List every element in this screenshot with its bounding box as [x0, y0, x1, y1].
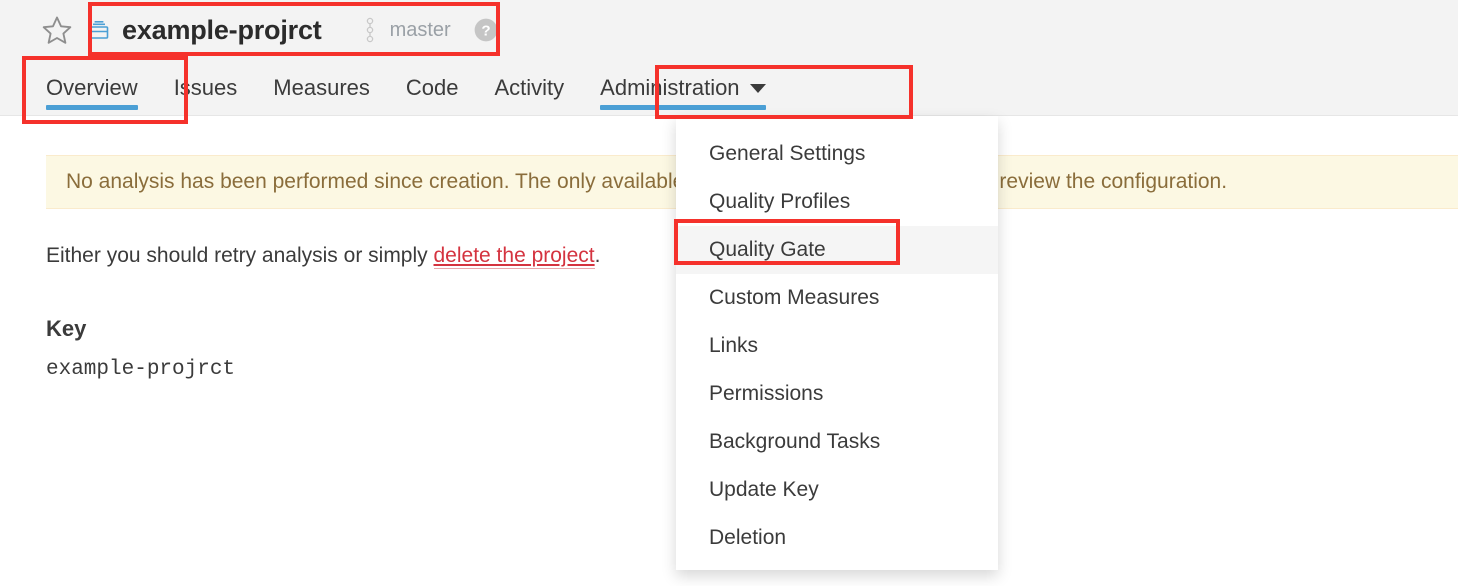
retry-analysis-line: Either you should retry analysis or simp…	[46, 244, 601, 269]
tab-measures-label: Measures	[273, 75, 370, 100]
menu-item-label: Custom Measures	[709, 286, 880, 309]
project-nav-tabs: Overview Issues Measures Code Activity A…	[28, 60, 784, 116]
menu-item-label: Background Tasks	[709, 430, 881, 453]
tab-overview-label: Overview	[46, 75, 138, 100]
menu-item-label: Quality Profiles	[709, 190, 851, 213]
project-name: example-projrct	[122, 14, 322, 45]
star-icon[interactable]	[40, 13, 74, 47]
menu-item-permissions[interactable]: Permissions	[676, 370, 998, 418]
menu-item-background-tasks[interactable]: Background Tasks	[676, 418, 998, 466]
svg-text:?: ?	[481, 22, 490, 39]
delete-project-link[interactable]: delete the project	[433, 244, 595, 269]
administration-dropdown-menu: General Settings Quality Profiles Qualit…	[676, 116, 998, 570]
menu-item-label: Permissions	[709, 382, 824, 405]
tab-administration-label: Administration	[600, 75, 740, 100]
tab-overview-active-underline	[46, 105, 138, 110]
project-drawer-icon	[86, 17, 112, 43]
help-circle-icon[interactable]: ?	[473, 17, 499, 43]
menu-item-links[interactable]: Links	[676, 322, 998, 370]
menu-item-label: Quality Gate	[709, 238, 826, 261]
menu-item-update-key[interactable]: Update Key	[676, 466, 998, 514]
menu-item-general-settings[interactable]: General Settings	[676, 130, 998, 178]
tab-administration-active-underline	[600, 105, 766, 110]
tab-activity-label: Activity	[494, 75, 565, 100]
tab-issues-label: Issues	[173, 75, 238, 100]
menu-item-label: Update Key	[709, 478, 819, 501]
branch-icon	[362, 17, 378, 43]
menu-item-label: General Settings	[709, 142, 866, 165]
menu-item-label: Deletion	[709, 526, 787, 549]
menu-item-quality-profiles[interactable]: Quality Profiles	[676, 178, 998, 226]
menu-item-custom-measures[interactable]: Custom Measures	[676, 274, 998, 322]
tab-code-label: Code	[405, 75, 459, 100]
tab-activity[interactable]: Activity	[476, 60, 582, 116]
tab-measures[interactable]: Measures	[255, 60, 388, 116]
tab-overview[interactable]: Overview	[28, 60, 156, 116]
tab-administration[interactable]: Administration	[582, 60, 783, 116]
menu-item-deletion[interactable]: Deletion	[676, 514, 998, 562]
tab-code[interactable]: Code	[388, 60, 477, 116]
branch-name: master	[389, 18, 451, 41]
no-analysis-banner-text: No analysis has been performed since cre…	[66, 170, 1228, 193]
branch-indicator[interactable]: master	[362, 17, 451, 43]
retry-analysis-prefix: Either you should retry analysis or simp…	[46, 244, 434, 267]
key-label: Key	[46, 316, 87, 341]
tab-issues[interactable]: Issues	[156, 60, 256, 116]
project-title-row: example-projrct master ?	[40, 4, 499, 56]
menu-item-quality-gate[interactable]: Quality Gate	[676, 226, 998, 274]
menu-item-label: Links	[709, 334, 759, 357]
project-header: example-projrct master ? Overview Issues…	[0, 0, 1458, 116]
retry-analysis-suffix: .	[594, 244, 601, 267]
chevron-down-icon	[749, 83, 766, 93]
key-value: example-projrct	[46, 358, 236, 381]
